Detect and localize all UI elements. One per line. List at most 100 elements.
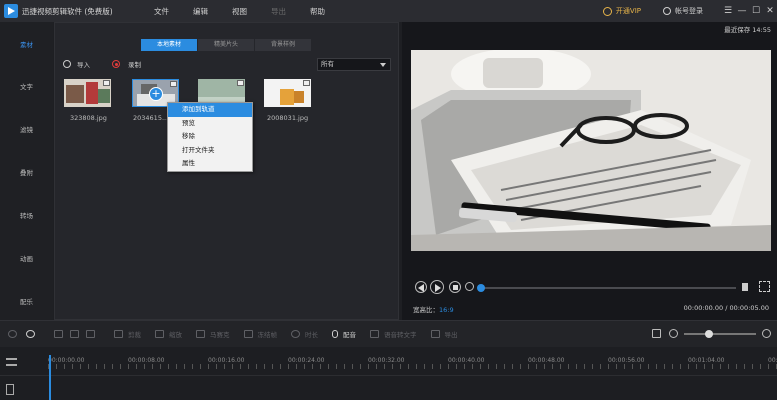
menu-bar: 文件 编辑 视图 导出 帮助 (130, 6, 325, 17)
timeline-tick-label: 00:00:16.00 (208, 357, 245, 364)
video-preview[interactable] (411, 50, 771, 251)
zoom-out-icon[interactable] (669, 329, 678, 338)
timeline-tick-label: 00:01:04.00 (688, 357, 725, 364)
login-label: 帐号登录 (675, 7, 703, 15)
filter-dropdown[interactable]: 所有 (317, 58, 391, 71)
stop-button[interactable] (449, 281, 461, 293)
sidebar-item-animation[interactable]: 动画 (0, 253, 53, 263)
sidebar-item-material[interactable]: 素材 (0, 39, 53, 49)
menu-file[interactable]: 文件 (154, 6, 169, 17)
track-list-icon[interactable] (6, 358, 17, 366)
tab-intro[interactable]: 精美片头 (198, 39, 255, 51)
zoom-tool-icon (155, 330, 164, 338)
progress-handle[interactable] (477, 284, 485, 292)
freeze-frame-icon (243, 330, 253, 338)
sidebar-item-transition[interactable]: 转场 (0, 210, 53, 220)
maximize-icon[interactable]: ☐ (749, 6, 763, 16)
tab-local-media[interactable]: 本地素材 (141, 39, 198, 51)
menu-edit[interactable]: 编辑 (193, 6, 208, 17)
duration-label: 时长 (305, 331, 318, 339)
image-tag-icon (303, 80, 310, 86)
context-remove[interactable]: 移除 (168, 130, 252, 144)
context-open-folder[interactable]: 打开文件夹 (168, 144, 252, 158)
diamond-icon (602, 6, 612, 16)
play-icon (435, 284, 441, 292)
loop-button[interactable] (465, 282, 474, 291)
crop-button[interactable]: 剪裁 (114, 329, 141, 339)
context-properties[interactable]: 属性 (168, 157, 252, 171)
zoom-in-icon[interactable] (762, 329, 771, 338)
vip-button[interactable]: 开通VIP (602, 6, 641, 16)
media-panel: 本地素材 精美片头 背景样例 导入 录制 所有 323808.jpg + 203… (54, 22, 399, 320)
media-thumbnail[interactable] (64, 79, 111, 107)
sidebar-item-filter[interactable]: 滤镜 (0, 124, 53, 134)
tab-backgrounds[interactable]: 背景样例 (255, 39, 312, 51)
export-button[interactable]: 导出 (430, 329, 458, 339)
import-button[interactable]: 导入 (63, 59, 90, 69)
previous-button[interactable] (415, 281, 427, 293)
speech-to-text-label: 语音转文字 (384, 331, 417, 339)
sidebar-item-music[interactable]: 配乐 (0, 296, 53, 306)
preview-panel: 最近保存 14:55 宽高比：16:9 00:00:00.00 / 00:00:… (402, 22, 777, 320)
zoom-tool-button[interactable]: 缩放 (155, 329, 182, 339)
play-button[interactable] (430, 280, 444, 294)
context-add-to-track[interactable]: 添加到轨道 (168, 103, 252, 117)
delete-button[interactable] (70, 330, 84, 338)
playhead[interactable] (49, 355, 51, 400)
fullscreen-icon[interactable] (759, 281, 770, 292)
timeline-tick-label: 00:00:32.00 (368, 357, 405, 364)
crop-label: 剪裁 (128, 331, 141, 339)
image-tag-icon (170, 81, 177, 87)
aspect-ratio[interactable]: 宽高比：16:9 (413, 304, 454, 314)
video-track[interactable] (0, 375, 777, 400)
timeline-tick-label: 00:01:12.00 (768, 357, 777, 364)
microphone-icon (332, 330, 338, 338)
media-thumbnail[interactable] (264, 79, 311, 107)
minimize-icon[interactable]: — (735, 6, 749, 16)
close-icon[interactable]: ✕ (763, 6, 777, 16)
mosaic-button[interactable]: 马赛克 (196, 329, 230, 339)
record-icon (112, 60, 120, 68)
chevron-down-icon (380, 63, 386, 67)
aspect-ratio-label: 宽高比： (413, 306, 439, 314)
progress-bar[interactable] (477, 284, 736, 292)
undo-button[interactable] (8, 330, 22, 338)
edit-button[interactable] (54, 330, 68, 338)
sidebar-item-text[interactable]: 文字 (0, 81, 53, 91)
thumbnail-name: 2008031.jpg (267, 114, 309, 122)
record-button[interactable]: 录制 (112, 59, 141, 69)
freeze-frame-button[interactable]: 冻结帧 (243, 329, 278, 339)
redo-icon (26, 330, 35, 338)
sidebar-item-overlay[interactable]: 叠附 (0, 167, 53, 177)
menu-icon[interactable]: ☰ (721, 6, 735, 16)
freeze-frame-label: 冻结帧 (257, 331, 278, 339)
timeline: 00:00:00.00 00:00:08.00 00:00:16.00 00:00:2… (0, 347, 777, 400)
login-button[interactable]: 帐号登录 (663, 6, 703, 16)
zoom-slider[interactable] (684, 329, 756, 338)
menu-help[interactable]: 帮助 (310, 6, 325, 17)
media-tabs: 本地素材 精美片头 背景样例 (141, 39, 312, 51)
image-tag-icon (237, 80, 244, 86)
zoom-tool-label: 缩放 (169, 331, 182, 339)
menu-export[interactable]: 导出 (271, 6, 286, 17)
video-track-icon (6, 384, 14, 395)
timeline-tick-label: 00:00:48.00 (528, 357, 565, 364)
volume-icon[interactable] (742, 283, 748, 291)
split-button[interactable] (86, 330, 100, 338)
menu-view[interactable]: 视图 (232, 6, 247, 17)
add-icon[interactable]: + (149, 87, 163, 101)
fit-icon[interactable] (652, 329, 661, 338)
context-preview[interactable]: 预览 (168, 117, 252, 131)
user-icon (663, 7, 671, 15)
ruler-ticks (48, 364, 777, 369)
zoom-slider-handle[interactable] (705, 329, 714, 338)
undo-icon (8, 330, 17, 338)
stop-icon (453, 285, 458, 290)
speech-to-text-button[interactable]: 语音转文字 (370, 329, 417, 339)
duration-button[interactable]: 时长 (291, 329, 318, 339)
filter-value: 所有 (321, 60, 334, 68)
sidebar: 素材 文字 滤镜 叠附 转场 动画 配乐 (0, 22, 53, 320)
edit-toolbar: 剪裁 缩放 马赛克 冻结帧 时长 配音 语音转文字 导出 (0, 320, 777, 347)
dub-button[interactable]: 配音 (332, 329, 356, 339)
redo-button[interactable] (26, 330, 40, 338)
